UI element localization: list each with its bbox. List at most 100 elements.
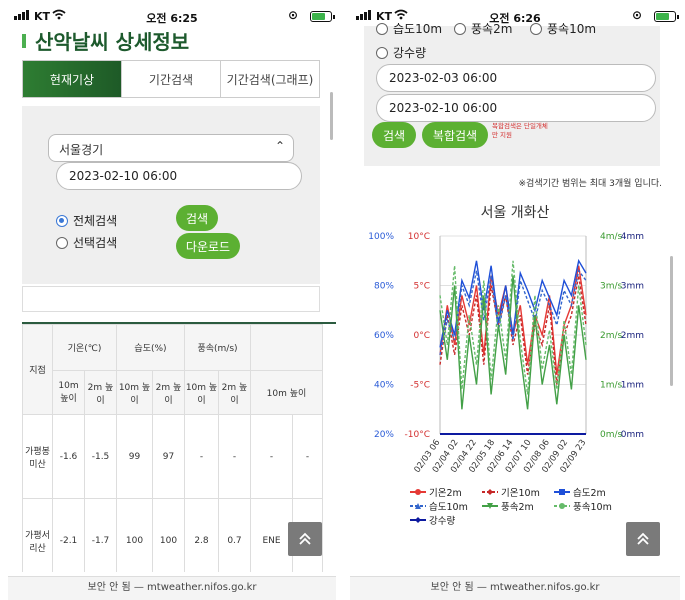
table-row: 가평봉미산 -1.6 -1.5 99 97 - - - -	[22, 414, 323, 499]
radio-dot	[376, 22, 388, 35]
end-date-input[interactable]: 2023-02-10 06:00	[376, 94, 656, 122]
legend-label: 습도2m	[573, 488, 606, 499]
address-bar[interactable]: 보안 안 됨 — mtweather.nifos.go.kr	[8, 576, 336, 600]
axis-tick-label: 0mm	[621, 430, 644, 440]
radio-label: 습도10m	[393, 22, 443, 36]
tab-period-search[interactable]: 기간검색	[122, 61, 221, 97]
radio-dot	[376, 46, 388, 59]
download-button[interactable]: 다운로드	[176, 233, 240, 259]
tab-current-weather[interactable]: 현재기상	[23, 61, 122, 97]
period-search-panel: 습도10m 풍속2m 풍속10m 강수량 2023-02-03 06:00 20…	[364, 22, 660, 166]
table-cell: 97	[152, 414, 185, 499]
legend-marker	[410, 503, 426, 509]
wind-header: 풍속(m/s)	[184, 324, 251, 371]
legend-temp10m[interactable]: 기온10m	[482, 485, 540, 499]
axis-tick-label: -5°C	[410, 381, 430, 391]
radio-label: 풍속10m	[547, 22, 597, 36]
legend-marker	[410, 517, 426, 523]
page-title-text: 산악날씨 상세정보	[35, 30, 190, 54]
search-panel: 서울경기 ⌃ 2023-02-10 06:00 전체검색 선택검색 검색 다운로…	[22, 106, 320, 284]
chart-legend: 기온2m 기온10m 습도2m 습도10m 풍속2m 풍속10m 강수량	[410, 485, 650, 527]
search-button[interactable]: 검색	[372, 122, 416, 148]
axis-tick-label: 4mm	[621, 232, 644, 242]
humidity-header: 습도(%)	[116, 324, 185, 371]
legend-rain[interactable]: 강수량	[410, 513, 455, 527]
radio-label: 강수량	[393, 46, 427, 60]
radio-wind2m[interactable]: 풍속2m	[454, 20, 512, 37]
axis-tick-label: 10°C	[408, 232, 430, 242]
legend-hum10m[interactable]: 습도10m	[410, 499, 468, 513]
legend-label: 기온10m	[501, 488, 540, 499]
page-scrollbar[interactable]	[670, 256, 673, 386]
legend-temp2m[interactable]: 기온2m	[410, 485, 462, 499]
title-accent	[22, 33, 26, 48]
start-date-input[interactable]: 2023-02-03 06:00	[376, 64, 656, 92]
result-placeholder	[22, 286, 320, 312]
sub-header-2m: 2m 높이	[218, 370, 251, 415]
legend-marker	[554, 503, 570, 509]
radio-all-dot	[56, 214, 68, 227]
axis-tick-label: 40%	[374, 381, 394, 391]
radio-wind10m[interactable]: 풍속10m	[530, 20, 596, 37]
table-cell: -1.7	[84, 498, 117, 572]
legend-marker	[482, 503, 498, 509]
table-cell: -	[218, 414, 251, 499]
region-select[interactable]: 서울경기 ⌃	[48, 134, 294, 162]
legend-wind10m[interactable]: 풍속10m	[554, 499, 612, 513]
temp-header: 기온(℃)	[52, 324, 117, 371]
address-bar[interactable]: 보안 안 됨 — mtweather.nifos.go.kr	[350, 576, 680, 600]
sub-header-2m: 2m 높이	[84, 370, 117, 415]
axis-tick-label: 3m/s	[600, 282, 623, 292]
legend-marker	[410, 489, 426, 495]
axis-tick-label: 1m/s	[600, 381, 623, 391]
scroll-top-button[interactable]	[288, 522, 322, 556]
range-note: ※검색기간 범위는 최대 3개월 입니다.	[518, 179, 663, 189]
radio-rain[interactable]: 강수량	[376, 44, 426, 61]
datetime-input[interactable]: 2023-02-10 06:00	[56, 162, 302, 190]
table-cell: 100	[152, 498, 185, 572]
battery-icon	[654, 11, 679, 22]
tab-period-graph[interactable]: 기간검색(그래프)	[221, 61, 319, 97]
legend-label: 습도10m	[429, 502, 468, 513]
axis-tick-label: 100%	[368, 232, 394, 242]
radio-select-dot	[56, 236, 68, 249]
sub-header-10m: 10m 높이	[52, 370, 85, 415]
table-cell: 2.8	[184, 498, 219, 572]
double-chevron-up-icon	[637, 532, 649, 545]
tab-bar: 현재기상 기간검색 기간검색(그래프)	[22, 60, 320, 98]
axis-tick-label: 3mm	[621, 282, 644, 292]
table-cell: 99	[116, 414, 153, 499]
status-bar: KT 오전 6:25 ⊙	[8, 8, 336, 28]
legend-hum2m[interactable]: 습도2m	[554, 485, 606, 499]
page-title: 산악날씨 상세정보	[22, 26, 189, 55]
page-scrollbar[interactable]	[330, 92, 333, 140]
axis-tick-label: 0m/s	[600, 430, 623, 440]
legend-wind2m[interactable]: 풍속2m	[482, 499, 534, 513]
radio-select[interactable]: 선택검색	[56, 234, 117, 251]
chart-title: 서울 개화산	[480, 205, 550, 221]
legend-marker	[482, 489, 498, 495]
sub-header-10m: 10m 높이	[116, 370, 153, 415]
legend-label: 풍속10m	[573, 502, 612, 513]
table-row: 가평서리산 -2.1 -1.7 100 100 2.8 0.7 ENE 62.	[22, 498, 323, 572]
blank-header	[250, 324, 323, 371]
radio-all[interactable]: 전체검색	[56, 212, 117, 229]
axis-tick-label: 0°C	[413, 331, 430, 341]
axis-tick-label: -10°C	[405, 430, 430, 440]
axis-tick-label: 20%	[374, 430, 394, 440]
search-button[interactable]: 검색	[176, 205, 218, 231]
chevron-updown-icon: ⌃	[274, 139, 285, 153]
table-cell: ENE	[250, 498, 293, 572]
radio-label: 풍속2m	[471, 22, 513, 36]
weather-chart: 100% 80% 60% 40% 20% 10°C 5°C 0°C -5°C -10°C 4m/s 3…	[368, 232, 644, 475]
axis-tick-label: 2m/s	[600, 331, 623, 341]
legend-marker	[554, 489, 570, 495]
scroll-top-button[interactable]	[626, 522, 660, 556]
axis-tick-label: 5°C	[413, 282, 430, 292]
radio-humidity10m[interactable]: 습도10m	[376, 20, 442, 37]
station-name: 가평봉미산	[22, 414, 53, 499]
multi-search-button[interactable]: 복합검색	[422, 122, 488, 148]
table-cell: 0.7	[218, 498, 251, 572]
table-cell: -1.6	[52, 414, 85, 499]
table-cell: -1.5	[84, 414, 117, 499]
